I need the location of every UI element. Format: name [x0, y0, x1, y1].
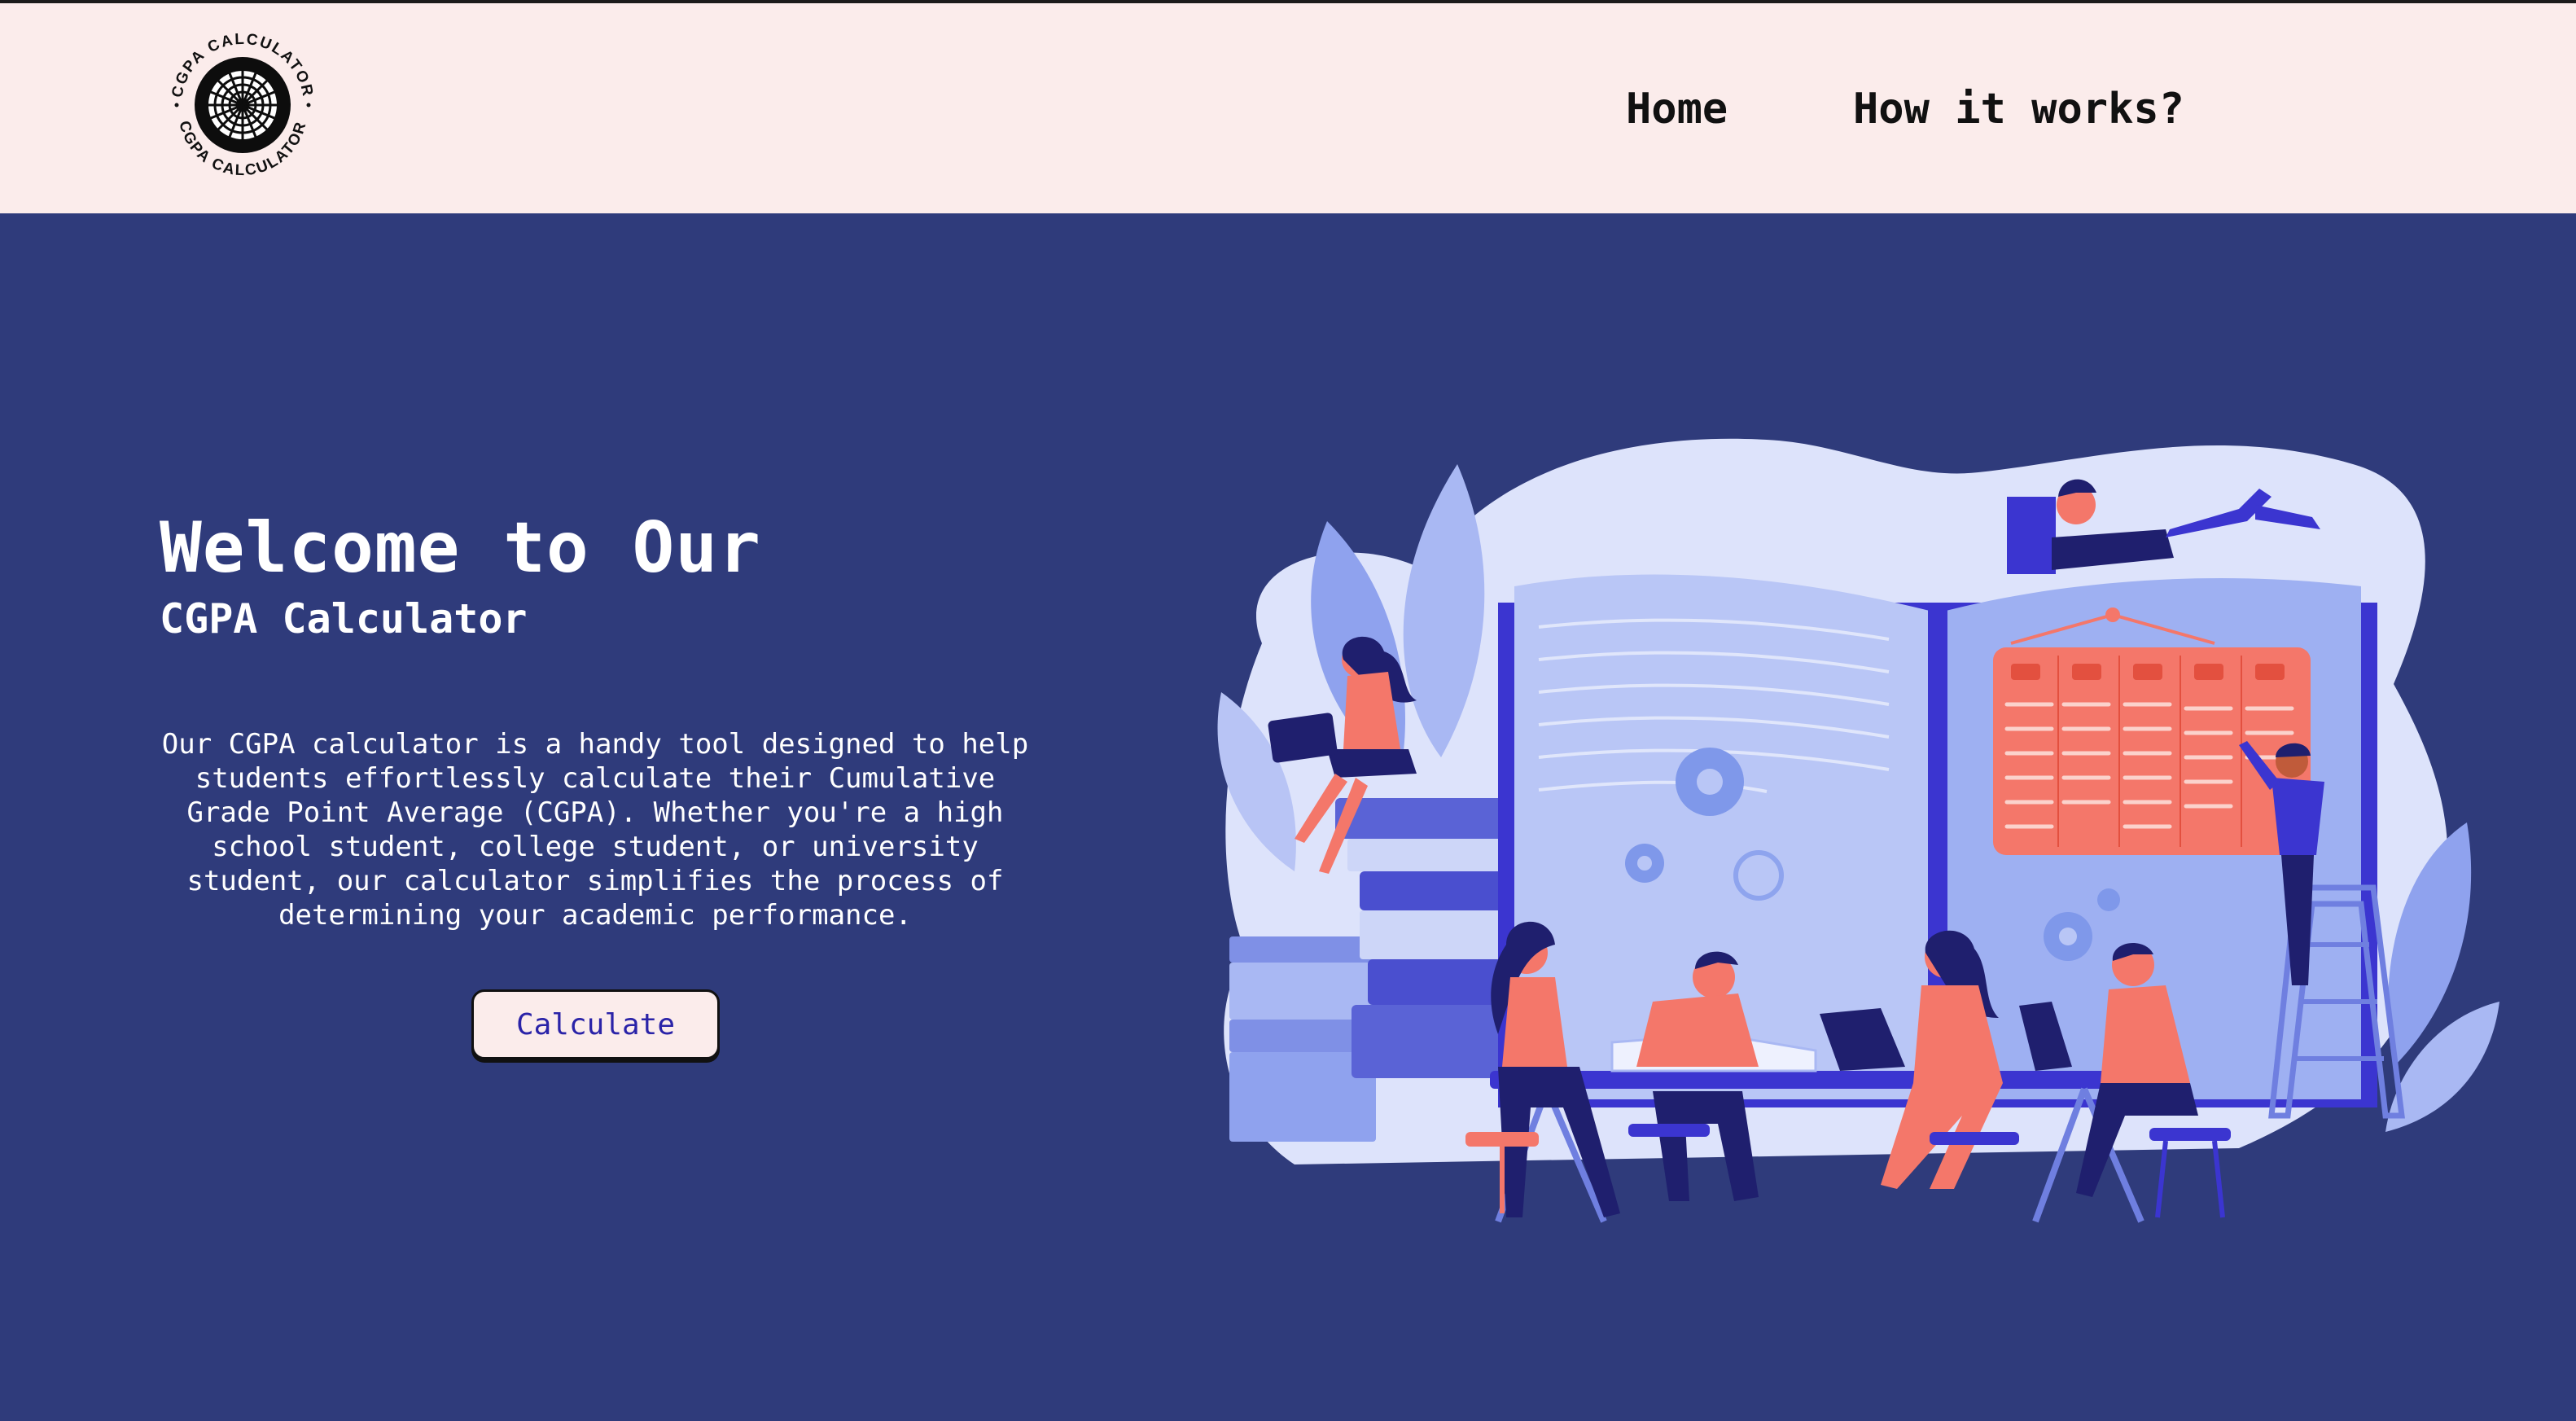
cgpa-logo-icon[interactable]: CGPA CALCULATOR CGPA CALCULATOR: [159, 21, 326, 189]
hero-description: Our CGPA calculator is a handy tool desi…: [161, 728, 1029, 932]
hero-subtitle: CGPA Calculator: [160, 595, 528, 643]
students-studying-illustration: [1217, 438, 2499, 1223]
navbar: CGPA CALCULATOR CGPA CALCULATOR Home How…: [0, 3, 2576, 213]
calculate-button[interactable]: Calculate: [471, 989, 720, 1059]
nav-how-it-works-link[interactable]: How it works?: [1853, 85, 2184, 134]
nav-home-link[interactable]: Home: [1626, 85, 1728, 134]
hero-title: Welcome to Our: [160, 507, 761, 589]
